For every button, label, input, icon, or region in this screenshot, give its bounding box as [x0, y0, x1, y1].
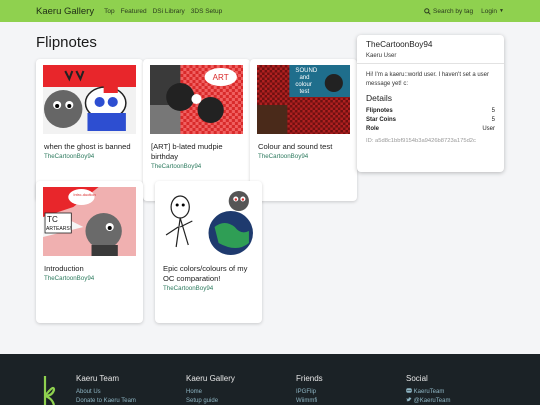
flipnote-card[interactable]: Intro-duction TC ARTEARS! Introduction T…	[36, 181, 143, 323]
footer-column-social: Social KaeruTeam @KaeruTeam	[406, 374, 450, 405]
detail-value: User	[482, 126, 495, 133]
profile-message: Hi! I'm a kaeru::world user. I haven't s…	[366, 72, 490, 87]
footer-link-ipgflip[interactable]: IPGFlip	[296, 388, 323, 397]
profile-body: Hi! I'm a kaeru::world user. I haven't s…	[357, 64, 504, 151]
footer-link-wiimmfi[interactable]: Wiimmfi	[296, 397, 323, 405]
footer-column-kaeru-gallery: Kaeru Gallery Home Setup guide	[186, 374, 235, 405]
navbar: Kaeru Gallery Top Featured DSi Library 3…	[0, 0, 540, 22]
detail-value: 5	[491, 108, 495, 114]
user-profile-panel: TheCartoonBoy94 Kaeru User Hi! I'm a kae…	[357, 35, 504, 172]
svg-text:test: test	[299, 89, 309, 95]
footer-link-twitter[interactable]: @KaeruTeam	[406, 396, 451, 405]
footer-column-kaeru-team: Kaeru Team About Us Donate to Kaeru Team	[76, 374, 136, 405]
footer-link-home[interactable]: Home	[186, 388, 235, 397]
flipnote-thumbnail[interactable]	[43, 65, 136, 134]
flipnote-title[interactable]: when the ghost is banned	[36, 134, 143, 152]
svg-text:and: and	[299, 75, 309, 81]
caret-down-icon: ▼	[499, 8, 504, 14]
profile-role: Kaeru User	[366, 53, 397, 59]
profile-id: ID: a5d8c1bbf9154b3a9426b8723a175d2c	[366, 137, 476, 144]
search-by-tag-button[interactable]: Search by tag	[424, 8, 473, 15]
flipnote-card[interactable]: when the ghost is banned TheCartoonBoy94	[36, 59, 143, 201]
flipnote-card[interactable]: SOUND and colour test Colour and sound t…	[250, 59, 357, 201]
nav-link-top[interactable]: Top	[104, 8, 114, 15]
footer-heading: Social	[406, 374, 428, 383]
flipnote-title[interactable]: Introduction	[36, 256, 143, 274]
flipnote-thumbnail[interactable]	[162, 187, 255, 256]
detail-label: Star Coins	[366, 117, 397, 124]
discord-label: KaeruTeam	[413, 389, 445, 395]
kaeru-logo	[43, 376, 56, 405]
login-dropdown[interactable]: Login ▼	[481, 8, 504, 15]
nav-link-3ds-setup[interactable]: 3DS Setup	[191, 8, 222, 15]
profile-header: TheCartoonBoy94 Kaeru User	[357, 35, 504, 64]
detail-row-flipnotes: Flipnotes 5	[366, 107, 495, 116]
search-icon	[424, 7, 431, 15]
svg-text:ARTEARS!: ARTEARS!	[46, 226, 71, 232]
brand-link[interactable]: Kaeru Gallery	[36, 6, 94, 17]
svg-text:Intro-duction: Intro-duction	[73, 192, 95, 197]
footer-heading: Friends	[296, 374, 323, 383]
svg-text:colour: colour	[295, 82, 311, 88]
details-heading: Details	[366, 93, 392, 103]
footer-link-setup-guide[interactable]: Setup guide	[186, 397, 235, 405]
flipnote-author-link[interactable]: TheCartoonBoy94	[143, 162, 250, 170]
flipnote-author-link[interactable]: TheCartoonBoy94	[36, 274, 143, 282]
flipnote-author-link[interactable]: TheCartoonBoy94	[155, 284, 262, 292]
flipnote-thumbnail[interactable]: SOUND and colour test	[257, 65, 350, 134]
footer: Kaeru Team About Us Donate to Kaeru Team…	[0, 354, 540, 405]
detail-row-star-coins: Star Coins 5	[366, 116, 495, 125]
detail-value: 5	[491, 117, 495, 124]
footer-heading: Kaeru Team	[76, 374, 119, 383]
login-label: Login	[481, 7, 498, 15]
footer-link-donate[interactable]: Donate to Kaeru Team	[76, 397, 136, 405]
nav-link-featured[interactable]: Featured	[121, 8, 147, 15]
flipnote-title[interactable]: [ART] b-lated mudpie birthday	[143, 134, 250, 162]
profile-username: TheCartoonBoy94	[366, 40, 433, 49]
detail-label: Role	[366, 126, 380, 133]
flipnote-author-link[interactable]: TheCartoonBoy94	[250, 152, 357, 160]
footer-link-discord[interactable]: KaeruTeam	[406, 388, 450, 397]
flipnote-thumbnail[interactable]: Intro-duction TC ARTEARS!	[43, 187, 136, 256]
flipnote-title[interactable]: Colour and sound test	[250, 134, 357, 152]
flipnote-card[interactable]: Epic colors/colours of my OC comparation…	[155, 181, 262, 323]
svg-text:TC: TC	[47, 215, 58, 224]
flipnote-card[interactable]: ART [ART] b-lated mudpie birthday TheCar…	[143, 59, 250, 201]
detail-row-role: Role User	[366, 125, 495, 134]
footer-heading: Kaeru Gallery	[186, 374, 235, 383]
discord-icon	[406, 388, 412, 393]
twitter-label: @KaeruTeam	[413, 397, 451, 404]
flipnote-thumbnail[interactable]: ART	[150, 65, 243, 134]
page-title: Flipnotes	[36, 34, 97, 51]
footer-link-about-us[interactable]: About Us	[76, 388, 136, 397]
detail-label: Flipnotes	[366, 108, 393, 114]
navbar-right: Search by tag Login ▼	[424, 8, 504, 15]
svg-text:SOUND: SOUND	[295, 68, 318, 74]
flipnote-title[interactable]: Epic colors/colours of my OC comparation…	[155, 256, 262, 284]
twitter-icon	[406, 396, 412, 401]
footer-column-friends: Friends IPGFlip Wiimmfi	[296, 374, 323, 405]
svg-text:ART: ART	[213, 73, 229, 82]
search-by-tag-label: Search by tag	[433, 7, 474, 15]
nav-link-dsi-library[interactable]: DSi Library	[153, 8, 185, 15]
flipnote-author-link[interactable]: TheCartoonBoy94	[36, 152, 143, 160]
